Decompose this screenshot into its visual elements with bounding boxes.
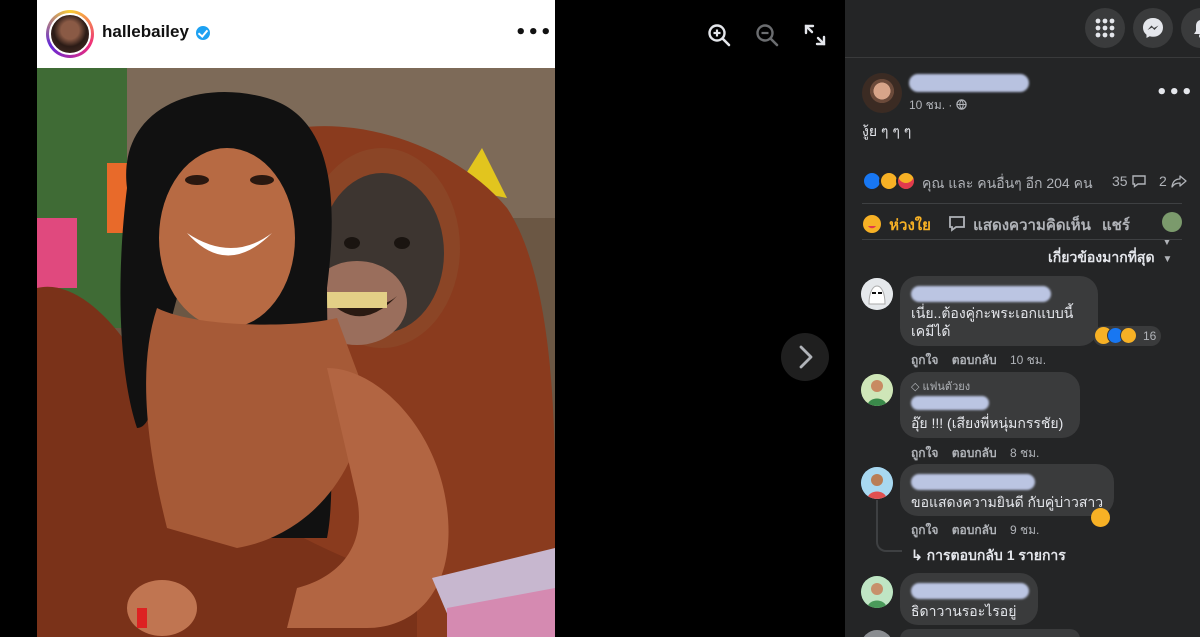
post-more-icon[interactable]: •••: [1156, 82, 1194, 103]
reaction-as-selector[interactable]: ▼: [1162, 212, 1192, 249]
comment-bubble: เนี่ย..ต้องคู่กะพระเอกแบบนี้ เคมีได้: [900, 276, 1098, 346]
instagram-more-icon: •••: [515, 22, 553, 43]
instagram-avatar: [46, 10, 94, 58]
chevron-down-icon: ▼: [1162, 254, 1173, 265]
reply-thread-line: [876, 500, 902, 552]
comment-actions: ถูกใจ ตอบกลับ 10 ชม.: [911, 351, 1056, 370]
user-avatar: [1162, 212, 1182, 232]
commenter-name-redacted[interactable]: [911, 583, 1029, 599]
comment-line: เนี่ย..ต้องคู่กะพระเอกแบบนี้: [911, 305, 1074, 321]
post-actions: ห่วงใย แสดงความคิดเห็น แชร์ ▼: [862, 210, 1192, 248]
commenter-avatar[interactable]: [861, 278, 893, 310]
view-replies-link[interactable]: ↳ การตอบกลับ 1 รายการ: [911, 545, 1066, 567]
reply-button[interactable]: ตอบกลับ: [952, 523, 997, 537]
instagram-screenshot: hallebailey •••: [37, 0, 555, 637]
reaction-row: คุณ และ คนอื่นๆ อีก 204 คน 35 2: [862, 169, 1192, 195]
verified-badge-icon: [196, 26, 210, 40]
comment-sort[interactable]: เกี่ยวข้องมากที่สุด ▼: [1048, 247, 1172, 269]
comment-bubble: ธิดาวานรอะไรอยู่: [900, 573, 1038, 625]
badge-label: แฟนตัวยง: [922, 381, 971, 393]
commenter-name-redacted[interactable]: [911, 286, 1051, 302]
fullscreen-icon[interactable]: [802, 22, 828, 48]
poster-name-redacted[interactable]: [909, 74, 1029, 92]
comment-icon: [1132, 175, 1147, 188]
care-label: ห่วงใย: [889, 217, 931, 234]
diamond-icon: ◇: [911, 381, 920, 393]
share-count-number: 2: [1159, 173, 1167, 189]
comment-text: ธิดาวานรอะไรอยู่: [911, 603, 1017, 619]
zoom-in-icon[interactable]: [706, 22, 732, 48]
sort-label: เกี่ยวข้องมากที่สุด: [1048, 249, 1155, 265]
post-sidebar: 10 ชม. · ••• งู้ย ๆ ๆ ๆ คุณ และ คนอื่นๆ …: [845, 0, 1200, 637]
like-comment-button[interactable]: ถูกใจ: [911, 446, 938, 460]
reaction-summary[interactable]: คุณ และ คนอื่นๆ อีก 204 คน: [922, 173, 1093, 195]
comment-reactions[interactable]: 16: [1093, 326, 1161, 346]
top-fan-badge: ◇ แฟนตัวยง: [911, 378, 970, 396]
share-button[interactable]: แชร์: [1102, 213, 1130, 237]
comment-text: เนี่ย..ต้องคู่กะพระเอกแบบนี้ เคมีได้: [911, 304, 1073, 340]
instagram-header: hallebailey •••: [37, 0, 555, 68]
commenter-name-redacted[interactable]: [911, 396, 989, 410]
instagram-username: hallebailey: [102, 22, 189, 41]
share-label: แชร์: [1102, 217, 1130, 234]
commenter-avatar[interactable]: [861, 630, 893, 637]
comment-count-number: 35: [1112, 173, 1128, 189]
commenter-avatar[interactable]: [861, 374, 893, 406]
comment-icon: [949, 216, 965, 232]
comment-actions: ถูกใจ ตอบกลับ 8 ชม.: [911, 444, 1049, 463]
like-comment-button[interactable]: ถูกใจ: [911, 523, 938, 537]
care-reaction-icon: [896, 171, 916, 191]
comment-time[interactable]: 8 ชม.: [1010, 446, 1039, 460]
share-icon: [1171, 175, 1187, 188]
commenter-name-redacted[interactable]: [911, 474, 1035, 490]
comment-actions: ถูกใจ ตอบกลับ 9 ชม.: [911, 521, 1049, 540]
comment-text: อุ๊ย !!! (เสียงพี่หนุ่มกรรชัย): [911, 415, 1064, 431]
like-comment-button[interactable]: ถูกใจ: [911, 353, 938, 367]
photo-illustration: [37, 68, 555, 637]
zoom-out-icon[interactable]: [754, 22, 780, 48]
sad-reaction-icon: [1120, 327, 1137, 344]
reply-button[interactable]: ตอบกลับ: [952, 446, 997, 460]
comment-time[interactable]: 9 ชม.: [1010, 523, 1039, 537]
top-bar: [845, 0, 1200, 58]
apps-grid-icon[interactable]: [1085, 8, 1125, 48]
next-photo-button[interactable]: [781, 333, 829, 381]
viewer-gutter: [0, 0, 37, 637]
globe-icon: [956, 99, 967, 110]
media-viewer: hallebailey •••: [0, 0, 845, 637]
post-photo[interactable]: [37, 68, 555, 637]
divider: [862, 203, 1182, 204]
reply-button[interactable]: ตอบกลับ: [952, 353, 997, 367]
care-button[interactable]: ห่วงใย: [862, 213, 931, 237]
comment-bubble: ◇ แฟนตัวยง อุ๊ย !!! (เสียงพี่หนุ่มกรรชัย…: [900, 372, 1080, 438]
post-text: งู้ย ๆ ๆ ๆ: [862, 123, 912, 139]
comment-reactions[interactable]: [1091, 508, 1113, 528]
comment-text: ขอแสดงความยินดี กับคู่บ่าวสาว: [911, 494, 1104, 510]
care-reaction-icon: [863, 215, 881, 233]
poster-avatar[interactable]: [862, 73, 902, 113]
comment-bubble: [900, 629, 1080, 637]
post-meta: 10 ชม. ·: [909, 96, 967, 115]
comment-label: แสดงความคิดเห็น: [973, 217, 1091, 234]
comment-button[interactable]: แสดงความคิดเห็น: [948, 213, 1091, 237]
comment-line: เคมีได้: [911, 323, 951, 339]
commenter-avatar[interactable]: [861, 576, 893, 608]
share-count[interactable]: 2: [1159, 173, 1187, 189]
reaction-count: 16: [1143, 329, 1157, 343]
notifications-icon[interactable]: [1181, 8, 1200, 48]
commenter-avatar[interactable]: [861, 467, 893, 499]
reaction-icons[interactable]: [862, 171, 920, 193]
messenger-icon[interactable]: [1133, 8, 1173, 48]
comment-time[interactable]: 10 ชม.: [1010, 353, 1046, 367]
comment-count[interactable]: 35: [1112, 173, 1147, 189]
chevron-right-icon: [799, 345, 813, 369]
post-time[interactable]: 10 ชม. ·: [909, 98, 952, 112]
divider: [862, 239, 1182, 240]
comment-bubble: ขอแสดงความยินดี กับคู่บ่าวสาว: [900, 464, 1114, 516]
haha-reaction-icon: [1091, 508, 1110, 527]
